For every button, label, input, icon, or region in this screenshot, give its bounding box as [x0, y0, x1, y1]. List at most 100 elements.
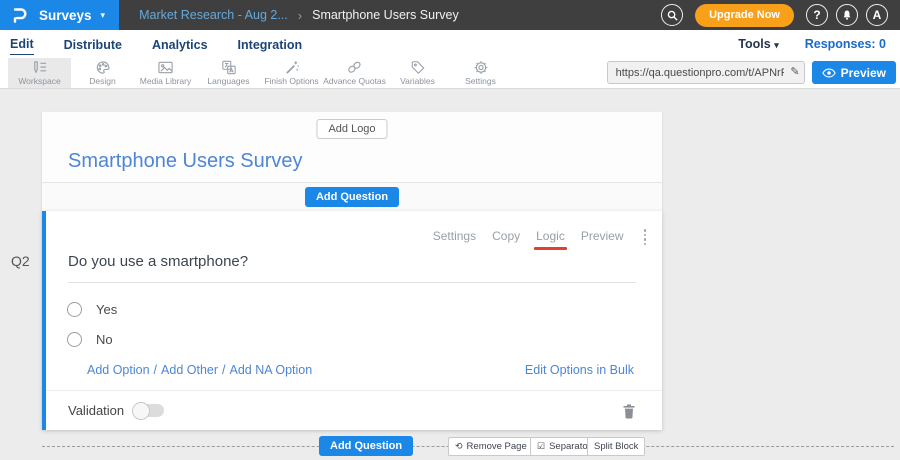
- question-mark-icon: ?: [813, 8, 820, 22]
- survey-header-card: Add Logo Smartphone Users Survey Add Que…: [42, 112, 662, 211]
- toolbar-item-finish-options[interactable]: Finish Options: [260, 58, 323, 88]
- topbar-actions: Upgrade Now ? A: [661, 4, 900, 27]
- toolbar-label: Advance Quotas: [323, 76, 386, 86]
- toolbar-label: Settings: [465, 76, 496, 86]
- search-button[interactable]: [661, 4, 683, 26]
- toolbar-item-variables[interactable]: Variables: [386, 58, 449, 88]
- option-label-no[interactable]: No: [96, 332, 113, 347]
- question-text[interactable]: Do you use a smartphone?: [68, 253, 248, 270]
- toolbar-label: Languages: [207, 76, 249, 86]
- breadcrumb-separator-icon: ›: [298, 8, 302, 23]
- toolbar-label: Design: [89, 76, 115, 86]
- translate-icon: [221, 60, 237, 75]
- toolbar-label: Workspace: [18, 76, 60, 86]
- magic-wand-icon: [284, 60, 300, 75]
- question-number: Q2: [11, 253, 30, 269]
- question-action-tabs: Settings Copy Logic Preview: [433, 227, 648, 247]
- toolbar-item-media-library[interactable]: Media Library: [134, 58, 197, 88]
- product-menu-label: Surveys: [39, 8, 92, 23]
- validation-label: Validation: [68, 403, 124, 418]
- image-icon: [157, 60, 174, 75]
- breadcrumb: Market Research - Aug 2... › Smartphone …: [139, 8, 459, 23]
- top-bar: Surveys ▾ Market Research - Aug 2... › S…: [0, 0, 900, 30]
- split-block-button[interactable]: Split Block: [587, 437, 645, 456]
- tools-menu[interactable]: Tools ▾: [738, 37, 778, 51]
- radio-icon[interactable]: [67, 302, 82, 317]
- upgrade-now-button[interactable]: Upgrade Now: [695, 4, 794, 27]
- validation-row: Validation: [46, 390, 662, 430]
- question-tab-settings[interactable]: Settings: [433, 229, 476, 245]
- product-menu[interactable]: Surveys ▾: [0, 0, 119, 30]
- radio-icon[interactable]: [67, 332, 82, 347]
- survey-header: Add Logo Smartphone Users Survey: [42, 112, 662, 183]
- toggle-knob: [132, 402, 150, 420]
- chain-links-icon: [346, 60, 363, 75]
- tab-integration[interactable]: Integration: [238, 34, 303, 55]
- gear-icon: [473, 60, 489, 75]
- avatar-initial: A: [873, 8, 882, 22]
- toolbar-item-design[interactable]: Design: [71, 58, 134, 88]
- survey-title[interactable]: Smartphone Users Survey: [68, 150, 303, 173]
- toolbar-item-advance-quotas[interactable]: Advance Quotas: [323, 58, 386, 88]
- option-add-links: Add Option / Add Other / Add NA Option: [87, 361, 312, 379]
- trash-icon: [622, 403, 636, 419]
- survey-nav: Edit Distribute Analytics Integration To…: [0, 30, 900, 58]
- tools-label: Tools: [738, 37, 770, 51]
- question-tab-logic[interactable]: Logic: [536, 229, 565, 245]
- page-break-row: Add Question ⟲ Remove Page Break ☑ Separ…: [0, 437, 900, 459]
- link-separator: /: [154, 363, 157, 377]
- survey-url-input[interactable]: [607, 61, 805, 84]
- add-na-option-link[interactable]: Add NA Option: [230, 363, 313, 377]
- responses-count[interactable]: Responses: 0: [805, 37, 886, 51]
- split-block-label: Split Block: [594, 441, 638, 452]
- separator-label: Separator: [549, 441, 591, 452]
- question-block: Settings Copy Logic Preview Do you use a…: [42, 211, 662, 430]
- preview-label: Preview: [841, 66, 886, 80]
- questionpro-logo-icon: [10, 5, 30, 25]
- add-question-button-top[interactable]: Add Question: [305, 187, 399, 207]
- notifications-button[interactable]: [836, 4, 858, 26]
- toolbar-label: Variables: [400, 76, 435, 86]
- link-separator: /: [222, 363, 225, 377]
- add-option-link[interactable]: Add Option: [87, 363, 150, 377]
- search-icon: [666, 9, 679, 22]
- survey-link-group: ✎ Preview: [607, 61, 896, 84]
- question-text-underline: [68, 282, 636, 283]
- add-question-button-bottom[interactable]: Add Question: [319, 436, 413, 456]
- toolbar-label: Media Library: [140, 76, 192, 86]
- editor-toolbar: Workspace Design Media Library Languages: [0, 58, 900, 89]
- add-logo-button[interactable]: Add Logo: [316, 119, 387, 139]
- toolbar-item-settings[interactable]: Settings: [449, 58, 512, 88]
- palette-icon: [95, 60, 111, 75]
- tab-analytics[interactable]: Analytics: [152, 34, 208, 55]
- answer-option-row[interactable]: No: [67, 332, 113, 347]
- add-other-link[interactable]: Add Other: [161, 363, 218, 377]
- tab-distribute[interactable]: Distribute: [64, 34, 122, 55]
- user-avatar[interactable]: A: [866, 4, 888, 26]
- option-label-yes[interactable]: Yes: [96, 302, 117, 317]
- kebab-menu-icon[interactable]: [642, 227, 649, 247]
- option-links-row: Add Option / Add Other / Add NA Option Edit …: [87, 361, 634, 379]
- survey-url-box: ✎: [607, 61, 805, 84]
- validation-toggle[interactable]: [134, 404, 164, 417]
- preview-button[interactable]: Preview: [812, 61, 896, 84]
- help-button[interactable]: ?: [806, 4, 828, 26]
- edit-url-pencil-icon[interactable]: ✎: [790, 65, 799, 78]
- question-tab-copy[interactable]: Copy: [492, 229, 520, 245]
- chevron-down-icon: ▾: [101, 10, 106, 21]
- breadcrumb-parent[interactable]: Market Research - Aug 2...: [139, 8, 288, 22]
- edit-options-in-bulk-link[interactable]: Edit Options in Bulk: [525, 363, 634, 377]
- remove-page-break-icon: ⟲: [455, 441, 463, 452]
- question-tab-preview[interactable]: Preview: [581, 229, 624, 245]
- editor-canvas: Q2 Add Logo Smartphone Users Survey Add …: [0, 89, 900, 460]
- answer-option-row[interactable]: Yes: [67, 302, 117, 317]
- add-question-band-top: Add Question: [42, 183, 662, 211]
- bell-icon: [841, 9, 853, 21]
- delete-question-button[interactable]: [622, 403, 636, 419]
- nav-right: Tools ▾ Responses: 0: [738, 37, 886, 51]
- toolbar-label: Finish Options: [264, 76, 318, 86]
- eye-icon: [822, 68, 836, 78]
- toolbar-item-languages[interactable]: Languages: [197, 58, 260, 88]
- tab-edit[interactable]: Edit: [10, 33, 34, 55]
- toolbar-item-workspace[interactable]: Workspace: [8, 58, 71, 88]
